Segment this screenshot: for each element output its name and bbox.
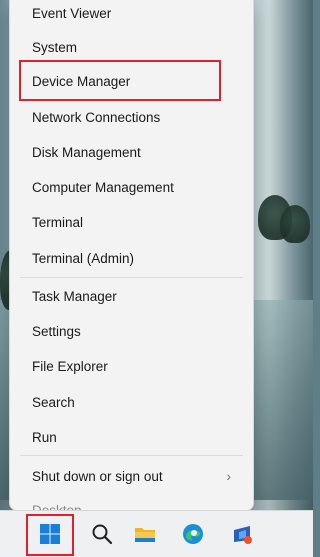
chevron-right-icon: › (226, 468, 231, 484)
edge-button[interactable] (176, 517, 210, 551)
search-button[interactable] (85, 517, 119, 551)
menu-item-desktop[interactable]: Desktop (20, 494, 243, 511)
menu-item-system[interactable]: System (20, 31, 243, 63)
store-icon (234, 526, 252, 544)
menu-item-disk-management[interactable]: Disk Management (20, 136, 243, 168)
menu-item-event-viewer[interactable]: Event Viewer (20, 0, 243, 29)
menu-item-network-connections[interactable]: Network Connections (20, 101, 243, 133)
menu-item-terminal-admin[interactable]: Terminal (Admin) (20, 242, 243, 274)
menu-separator (20, 455, 243, 456)
menu-item-settings[interactable]: Settings (20, 315, 243, 347)
menu-item-computer-management[interactable]: Computer Management (20, 171, 243, 203)
edge-browser-icon (183, 524, 203, 544)
file-explorer-button[interactable] (128, 517, 162, 551)
windows-start-icon (40, 524, 60, 544)
store-button[interactable] (225, 517, 259, 551)
start-button[interactable] (33, 517, 67, 551)
menu-item-device-manager[interactable]: Device Manager (20, 65, 243, 97)
menu-separator (20, 277, 243, 278)
search-icon (92, 524, 113, 545)
menu-item-search[interactable]: Search (20, 386, 243, 418)
file-explorer-icon (135, 528, 155, 542)
wallpaper-tree-right-2 (280, 205, 310, 243)
taskbar (0, 510, 313, 557)
winx-context-menu: Event Viewer System Device Manager Netwo… (9, 0, 254, 511)
menu-item-file-explorer[interactable]: File Explorer (20, 350, 243, 382)
menu-item-task-manager[interactable]: Task Manager (20, 280, 243, 312)
menu-item-terminal[interactable]: Terminal (20, 206, 243, 238)
menu-item-run[interactable]: Run (20, 421, 243, 453)
menu-item-shut-down[interactable]: Shut down or sign out › (20, 460, 243, 492)
